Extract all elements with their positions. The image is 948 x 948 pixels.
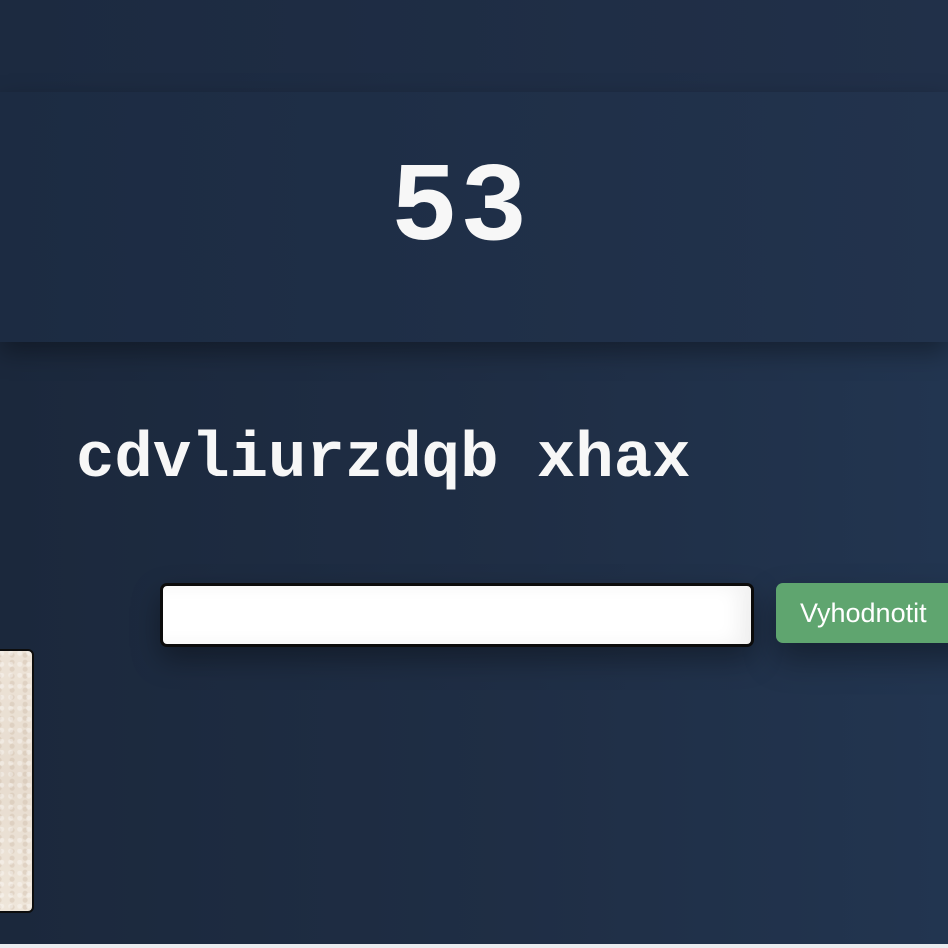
score-value: 53 <box>390 146 530 273</box>
word-display: cdvliurzdqb xhax <box>76 424 691 496</box>
top-bar <box>0 0 948 92</box>
bottom-strip <box>0 944 948 948</box>
side-card-image <box>0 649 34 913</box>
evaluate-button[interactable]: Vyhodnotit <box>776 583 948 643</box>
answer-input[interactable] <box>160 583 754 647</box>
